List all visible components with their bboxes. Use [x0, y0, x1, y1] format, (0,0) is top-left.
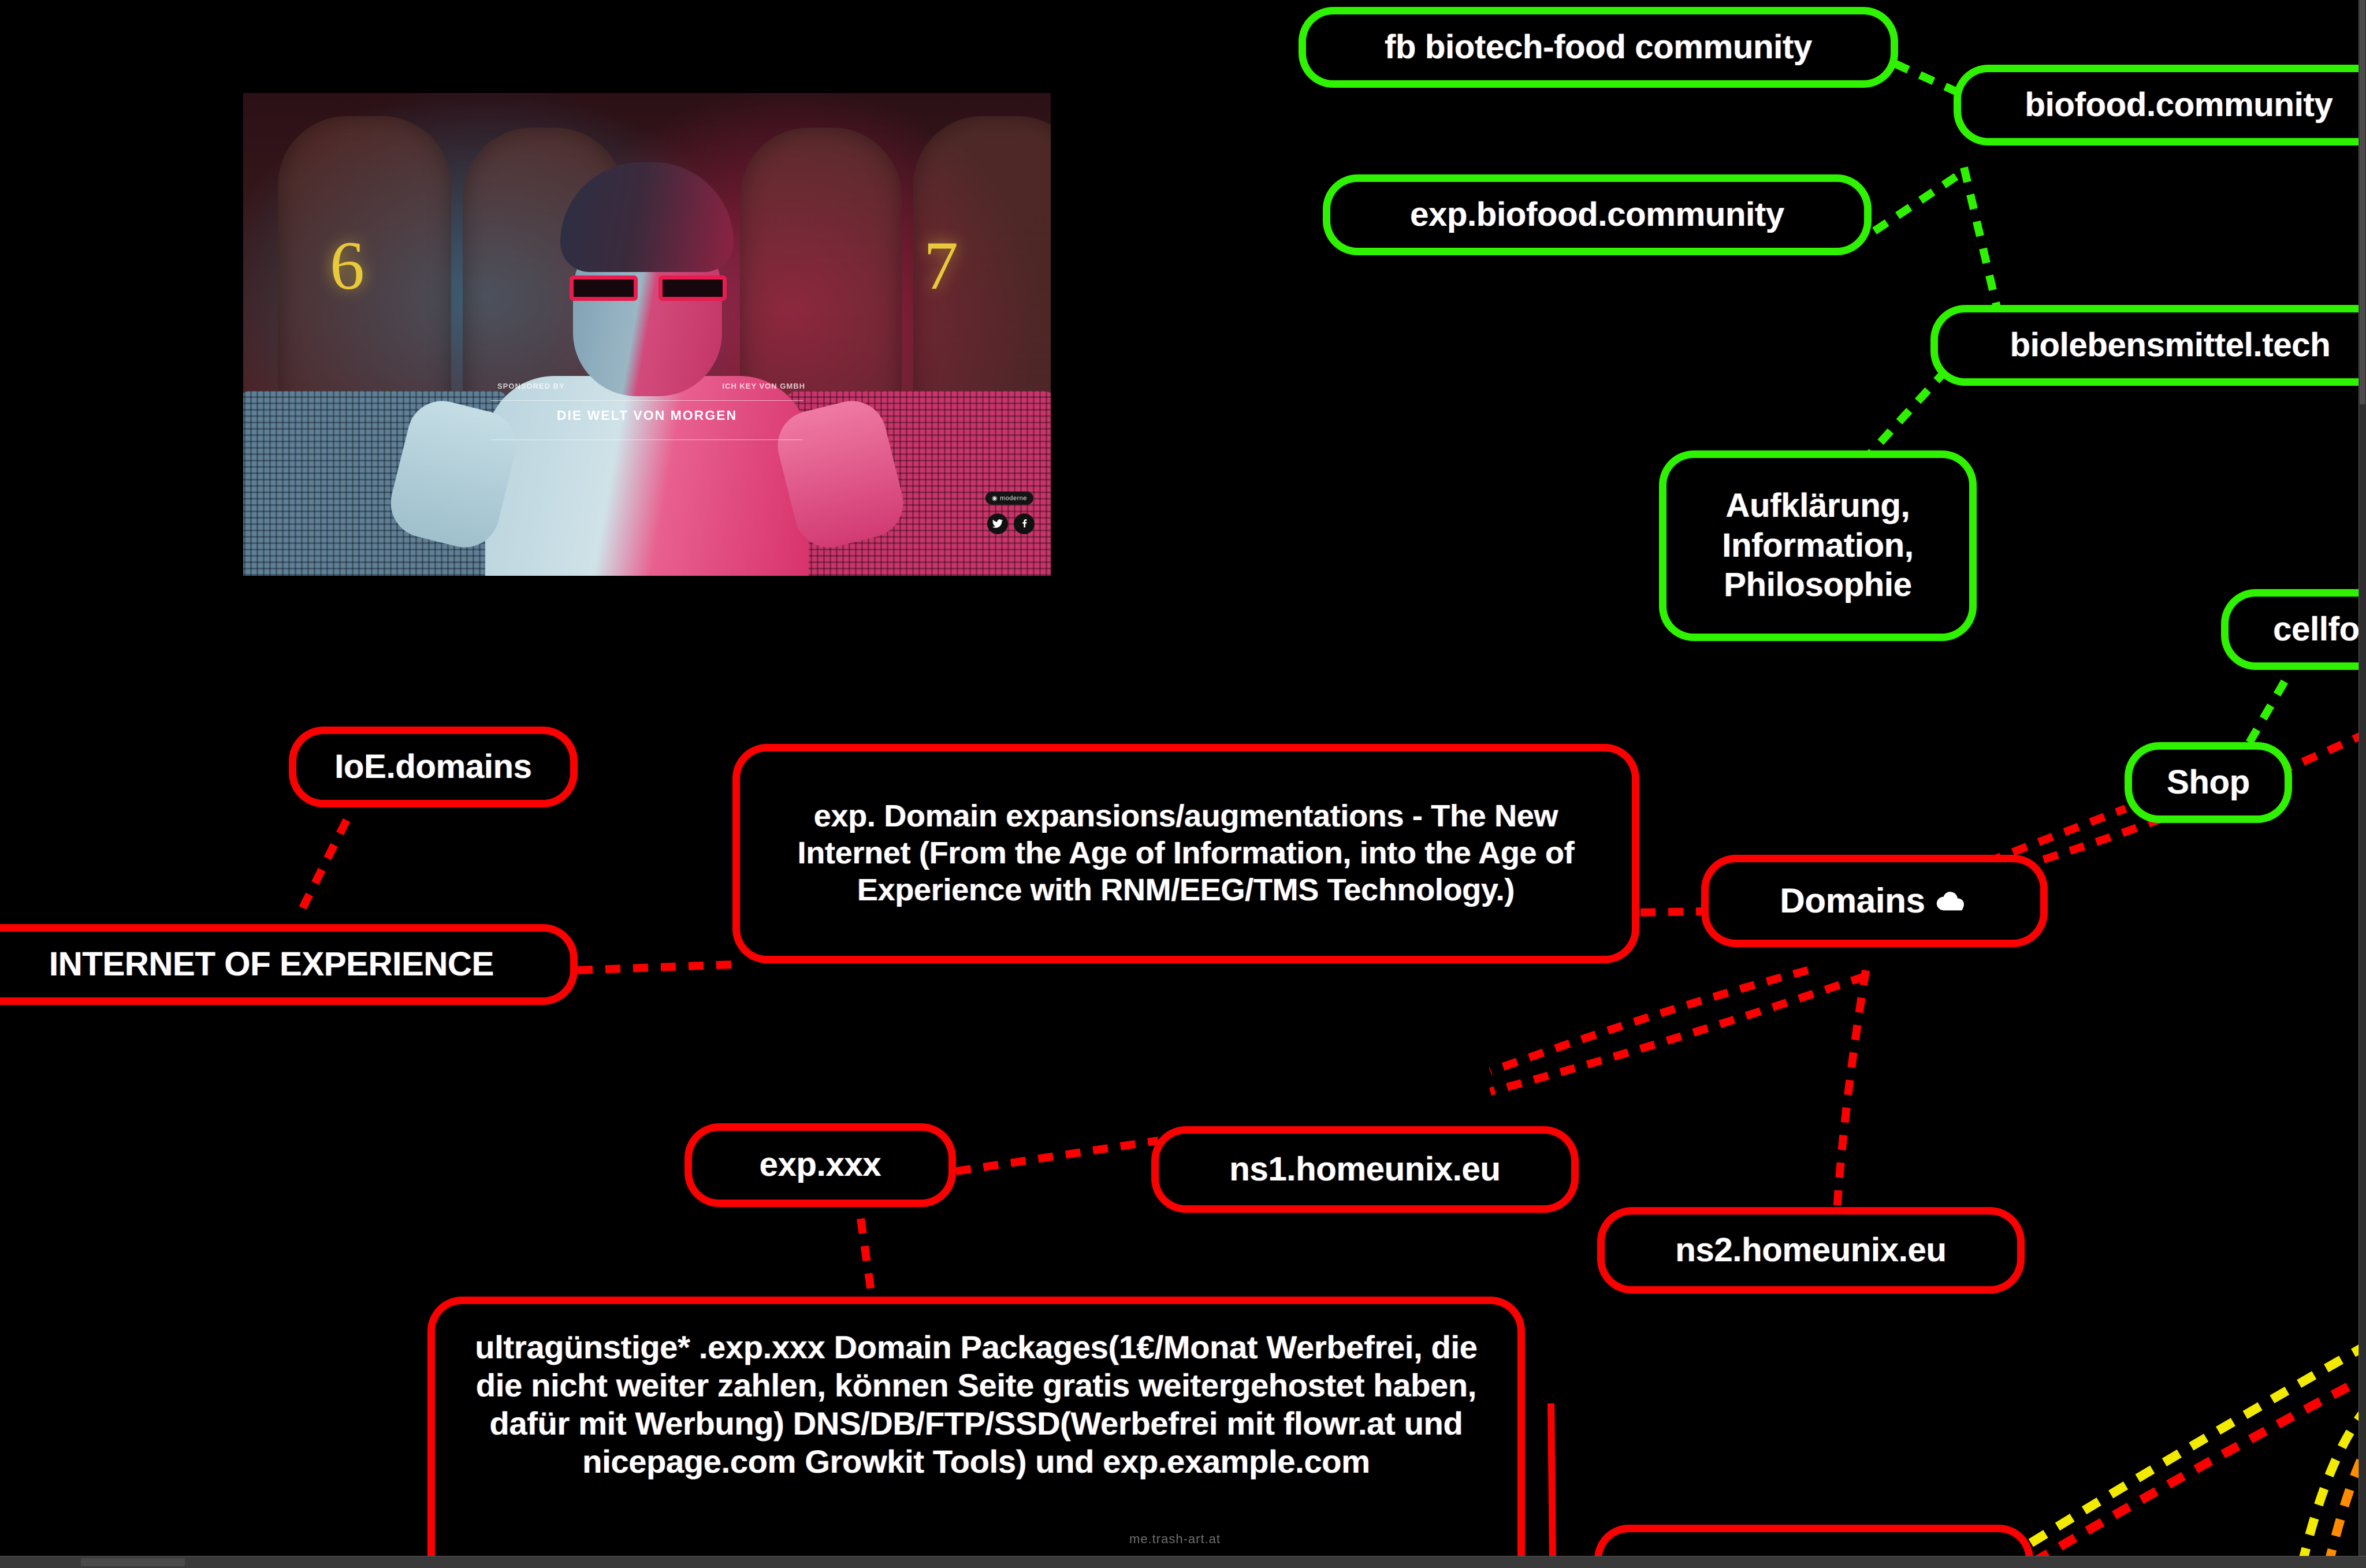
twitter-icon[interactable] [987, 513, 1008, 534]
node-exp-domain-expansions[interactable]: exp. Domain expansions/augmentations - T… [732, 744, 1639, 963]
edge-biofood-to-biolebens [1960, 166, 2003, 316]
seat-number-right: 7 [924, 227, 958, 304]
red-sunglasses [570, 275, 727, 301]
node-aufklaerung-information-philosophie[interactable]: Aufklärung, Information, Philosophie [1659, 450, 1977, 641]
thumbnail-small-text-right: ICH KEY VON GMBH [722, 382, 805, 390]
person-hair [560, 162, 734, 272]
thumbnail-badge: ◉ moderne [985, 491, 1033, 505]
node-ultraguenstige-packages[interactable]: ultragünstige* .exp.xxx Domain Packages(… [427, 1297, 1525, 1568]
overlay-divider-top [491, 400, 803, 401]
badge-mark-icon: ◉ [991, 495, 998, 502]
facebook-icon[interactable] [1014, 513, 1035, 534]
social-links[interactable] [987, 513, 1035, 534]
edge-fb-to-biofood [1893, 59, 1960, 96]
edge-ioe-to-internet [296, 818, 351, 915]
node-domains[interactable]: Domains [1701, 855, 2048, 947]
vertical-scrollbar[interactable] [2358, 0, 2366, 1556]
person-figure [383, 162, 911, 576]
node-biofood-community[interactable]: biofood.community [1954, 65, 2366, 146]
edge-domains-to-ns1 [1489, 966, 1809, 1075]
horizontal-scrollbar[interactable] [0, 1556, 2366, 1568]
node-cellfood[interactable]: cellfo [2221, 589, 2366, 670]
cloud-icon [1936, 889, 1969, 913]
vertical-scrollbar-thumb[interactable] [2360, 0, 2365, 404]
thumbnail-small-text-left: SPONSORED BY [497, 382, 565, 390]
edge-bottom-yellow-1 [2002, 1342, 2366, 1563]
thumbnail-overlay-title: DIE WELT VON MORGEN [556, 408, 738, 423]
node-fb-biotech-food-community[interactable]: fb biotech-food community [1299, 7, 1898, 88]
node-ns2-homeunix-eu[interactable]: ns2.homeunix.eu [1597, 1207, 2025, 1294]
video-thumbnail[interactable]: 6 7 SPONSORED BY ICH KEY VON GMBH DIE WE… [243, 93, 1051, 576]
edge-bottom-red-1 [2030, 1373, 2366, 1566]
person-shirt [485, 376, 809, 576]
node-shop[interactable]: Shop [2125, 742, 2292, 823]
badge-label: moderne [1000, 494, 1027, 502]
edge-internet-to-expdomain [577, 960, 734, 974]
edge-bottom-yellow-2 [2297, 1406, 2366, 1566]
edge-packages-to-bottom [1547, 1403, 1556, 1560]
edge-expxxx-to-packages [857, 1218, 876, 1300]
node-exp-xxx[interactable]: exp.xxx [684, 1123, 956, 1207]
node-exp-biofood-community[interactable]: exp.biofood.community [1323, 174, 1872, 255]
node-biolebensmittel-tech[interactable]: biolebensmittel.tech [1930, 305, 2366, 386]
horizontal-scrollbar-thumb[interactable] [81, 1558, 185, 1566]
seat-number-left: 6 [330, 227, 364, 304]
edge-expdomain-to-domains [1640, 907, 1705, 917]
edge-domains-to-ns2 [1833, 969, 1870, 1213]
node-internet-of-experience[interactable]: INTERNET OF EXPERIENCE [0, 924, 578, 1005]
node-ioe-domains[interactable]: IoE.domains [289, 727, 578, 807]
watermark: me.trash-art.at [1129, 1532, 1221, 1546]
mindmap-canvas[interactable]: 6 7 SPONSORED BY ICH KEY VON GMBH DIE WE… [0, 0, 2366, 1568]
node-ns1-homeunix-eu[interactable]: ns1.homeunix.eu [1151, 1126, 1579, 1213]
edge-expbio-to-biofood [1872, 170, 1963, 234]
edge-expxxx-to-ns1 [955, 1137, 1159, 1175]
edge-domains-to-ns1b [1489, 972, 1867, 1096]
